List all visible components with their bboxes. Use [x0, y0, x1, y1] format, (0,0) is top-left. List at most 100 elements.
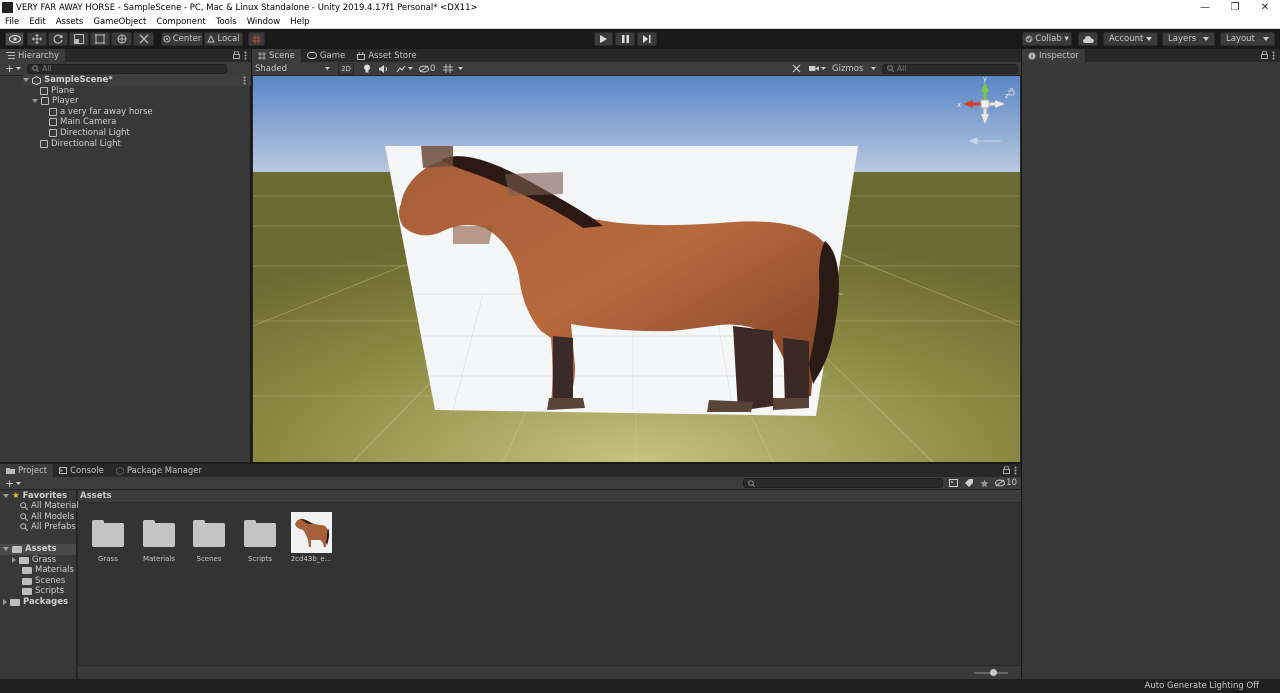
- tools-icon[interactable]: [792, 64, 801, 73]
- custom-tool-button[interactable]: [133, 32, 154, 46]
- chevron-down-icon[interactable]: [458, 67, 464, 70]
- shading-mode-dropdown[interactable]: Shaded: [255, 63, 333, 75]
- layers-dropdown[interactable]: Layers: [1162, 32, 1215, 46]
- chevron-down-icon[interactable]: [16, 67, 22, 70]
- expand-arrow-icon[interactable]: [3, 494, 9, 499]
- hierarchy-scene-row[interactable]: SampleScene*: [23, 75, 251, 86]
- asset-horse-texture[interactable]: [291, 512, 332, 553]
- packages-folder-row[interactable]: Packages: [3, 597, 68, 608]
- gizmos-dropdown[interactable]: Gizmos: [832, 64, 876, 74]
- scene-viewport[interactable]: y x z: [253, 76, 1020, 462]
- pivot-center-toggle[interactable]: Center: [161, 32, 203, 46]
- chevron-down-icon[interactable]: [16, 481, 22, 485]
- 2d-toggle-button[interactable]: 2D: [338, 62, 354, 75]
- hidden-objects-toggle[interactable]: 0: [419, 64, 435, 74]
- menu-assets[interactable]: Assets: [51, 17, 89, 27]
- hierarchy-search-input[interactable]: All: [27, 63, 228, 74]
- more-menu-icon[interactable]: [244, 51, 247, 60]
- star-icon[interactable]: [980, 479, 989, 488]
- effects-icon[interactable]: [396, 65, 406, 73]
- tab-game[interactable]: Game: [301, 49, 351, 62]
- speaker-icon[interactable]: [379, 64, 388, 73]
- collab-dropdown[interactable]: Collab ▾: [1022, 32, 1072, 46]
- lock-icon[interactable]: [233, 51, 240, 59]
- step-button[interactable]: [637, 32, 657, 46]
- hand-tool-button[interactable]: [5, 32, 24, 46]
- more-menu-icon[interactable]: [1272, 51, 1275, 60]
- tab-console[interactable]: Console: [53, 464, 110, 477]
- breadcrumb-assets[interactable]: Assets: [80, 491, 112, 501]
- chevron-down-icon[interactable]: [821, 67, 826, 70]
- collapse-arrow-icon[interactable]: [3, 599, 7, 606]
- hierarchy-item-child-light[interactable]: Directional Light: [49, 128, 130, 139]
- favorites-item[interactable]: All Models: [20, 512, 74, 523]
- favorites-header[interactable]: ★ Favorites: [3, 491, 67, 502]
- assets-subfolder[interactable]: Scripts: [22, 586, 64, 597]
- hierarchy-item-directional-light[interactable]: Directional Light: [40, 139, 121, 150]
- hierarchy-item-horse[interactable]: a very far away horse: [49, 107, 153, 118]
- chevron-down-icon: [871, 67, 876, 70]
- more-menu-icon[interactable]: [243, 76, 246, 85]
- move-tool-button[interactable]: [27, 32, 47, 46]
- favorites-item-label: All Prefabs: [31, 522, 76, 533]
- scale-tool-button[interactable]: [69, 32, 89, 46]
- favorites-item[interactable]: All Prefabs: [20, 522, 76, 533]
- lock-icon[interactable]: [1261, 51, 1268, 59]
- tab-package-manager[interactable]: Package Manager: [110, 464, 208, 477]
- chevron-down-icon[interactable]: [408, 67, 413, 70]
- layout-dropdown[interactable]: Layout: [1220, 32, 1275, 46]
- expand-arrow-icon[interactable]: [3, 547, 9, 552]
- tab-project[interactable]: Project: [0, 464, 54, 477]
- camera-icon[interactable]: [809, 65, 819, 72]
- expand-arrow-icon[interactable]: [23, 78, 29, 83]
- favorites-item[interactable]: All Materials: [20, 501, 83, 512]
- thumbnail-size-slider-handle[interactable]: [990, 669, 997, 676]
- pause-button[interactable]: [615, 32, 635, 46]
- minimize-button[interactable]: —: [1190, 2, 1220, 13]
- hidden-packages-toggle[interactable]: 10: [995, 478, 1017, 488]
- grid-snap-button[interactable]: [248, 32, 265, 46]
- menu-tools[interactable]: Tools: [211, 17, 242, 27]
- play-button[interactable]: [594, 32, 613, 46]
- more-menu-icon[interactable]: [1014, 466, 1017, 475]
- pivot-rotation-toggle[interactable]: Local: [204, 32, 243, 46]
- assets-subfolder[interactable]: Grass: [12, 555, 56, 566]
- create-plus-icon[interactable]: +: [5, 477, 14, 490]
- menu-window[interactable]: Window: [242, 17, 286, 27]
- close-button[interactable]: ✕: [1250, 2, 1280, 13]
- assets-subfolder[interactable]: Scenes: [22, 576, 65, 587]
- menu-help[interactable]: Help: [285, 17, 314, 27]
- grid-visibility-icon[interactable]: [443, 64, 454, 73]
- filter-by-label-icon[interactable]: [965, 479, 974, 487]
- menu-file[interactable]: File: [0, 17, 24, 27]
- assets-subfolder[interactable]: Materials: [22, 565, 74, 576]
- transform-tool-button[interactable]: [111, 32, 132, 46]
- lock-icon[interactable]: [1003, 466, 1010, 474]
- rect-tool-button[interactable]: [90, 32, 110, 46]
- project-search-input[interactable]: [743, 478, 944, 488]
- menu-component[interactable]: Component: [151, 17, 210, 27]
- maximize-button[interactable]: ❐: [1220, 2, 1250, 13]
- filter-by-type-icon[interactable]: [949, 479, 959, 487]
- cloud-button[interactable]: [1078, 32, 1098, 46]
- menu-gameobject[interactable]: GameObject: [88, 17, 151, 27]
- tab-hierarchy[interactable]: Hierarchy: [0, 49, 66, 62]
- hierarchy-item-label: Directional Light: [60, 128, 130, 139]
- create-plus-icon[interactable]: +: [5, 62, 14, 75]
- tab-scene[interactable]: Scene: [252, 49, 301, 62]
- collapse-arrow-icon[interactable]: [12, 557, 16, 564]
- tab-asset-store[interactable]: Asset Store: [351, 49, 422, 62]
- main-toolbar: Center Local Collab ▾ Account Layers Lay…: [0, 29, 1280, 48]
- hierarchy-item-main-camera[interactable]: Main Camera: [49, 117, 116, 128]
- tab-inspector[interactable]: Inspector: [1022, 49, 1085, 62]
- assets-folder-row[interactable]: Assets: [0, 544, 76, 555]
- rotate-tool-button[interactable]: [48, 32, 68, 46]
- scene-search-input[interactable]: All: [882, 63, 1018, 74]
- menu-edit[interactable]: Edit: [24, 17, 50, 27]
- expand-arrow-icon[interactable]: [32, 99, 38, 104]
- lightbulb-icon[interactable]: [363, 64, 371, 73]
- status-lighting-label[interactable]: Auto Generate Lighting Off: [1145, 681, 1259, 691]
- hierarchy-item-player[interactable]: Player: [32, 96, 78, 107]
- account-dropdown[interactable]: Account: [1103, 32, 1158, 46]
- hierarchy-item-plane[interactable]: Plane: [40, 86, 74, 97]
